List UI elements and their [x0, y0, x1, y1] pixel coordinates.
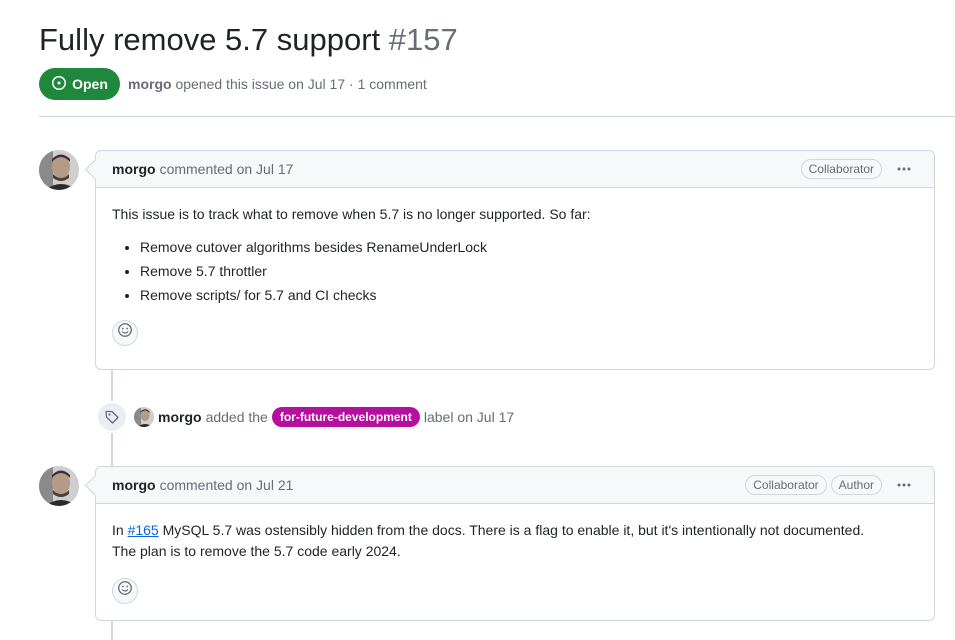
smiley-icon	[117, 580, 133, 602]
label-pill[interactable]: for-future-development	[271, 407, 420, 427]
add-reaction-button[interactable]	[112, 320, 138, 346]
label-event: morgo added the for-future-development l…	[96, 401, 514, 433]
event-action-text: added the	[205, 409, 268, 425]
comment-text: In	[112, 522, 128, 538]
collaborator-badge: Collaborator	[800, 159, 882, 179]
collaborator-badge: Collaborator	[745, 475, 827, 495]
comment-2: morgo commented on Jul 21 Collaborator A…	[95, 466, 935, 621]
author-badge: Author	[830, 475, 882, 495]
event-author-link[interactable]: morgo	[158, 409, 202, 425]
issue-link[interactable]: #165	[128, 522, 159, 538]
comment-paragraph: In #165 MySQL 5.7 was ostensibly hidden …	[112, 520, 918, 562]
tag-icon	[96, 401, 128, 433]
avatar[interactable]	[39, 150, 79, 190]
task-list: Remove cutover algorithms besides Rename…	[112, 237, 918, 306]
issue-title-text: Fully remove 5.7 support	[39, 22, 381, 57]
comment-header-actions: Collaborator	[800, 159, 918, 179]
list-item: Remove 5.7 throttler	[140, 261, 918, 282]
issue-opened-icon	[51, 75, 67, 94]
kebab-horizontal-icon[interactable]	[890, 475, 918, 495]
issue-author-link[interactable]: morgo	[128, 76, 172, 92]
comment-header: morgo commented on Jul 21 Collaborator A…	[96, 467, 934, 504]
comment-text: The plan is to remove the 5.7 code early…	[112, 543, 401, 559]
comment-author-link[interactable]: morgo	[112, 161, 156, 177]
smiley-icon	[117, 322, 133, 344]
issue-number: #157	[388, 22, 458, 57]
list-item: Remove scripts/ for 5.7 and CI checks	[140, 285, 918, 306]
comment-paragraph: This issue is to track what to remove wh…	[112, 206, 591, 222]
comment-body: This issue is to track what to remove wh…	[96, 188, 934, 346]
comment-header: morgo commented on Jul 17 Collaborator	[96, 151, 934, 188]
comment-1: morgo commented on Jul 17 Collaborator T…	[95, 150, 935, 370]
comment-body: In #165 MySQL 5.7 was ostensibly hidden …	[96, 504, 934, 604]
issue-page: Fully remove 5.7 support #157 Open morgo…	[0, 0, 955, 640]
header-divider	[39, 116, 955, 117]
comment-timestamp[interactable]: commented on Jul 17	[160, 161, 294, 177]
comment-author-link[interactable]: morgo	[112, 477, 156, 493]
issue-state-badge: Open	[39, 68, 120, 100]
kebab-horizontal-icon[interactable]	[890, 159, 918, 179]
comment-timestamp[interactable]: commented on Jul 21	[160, 477, 294, 493]
avatar[interactable]	[134, 407, 154, 427]
issue-meta-text: opened this issue on Jul 17 · 1 comment	[175, 76, 427, 92]
comment-text: MySQL 5.7 was ostensibly hidden from the…	[158, 522, 865, 538]
list-item: Remove cutover algorithms besides Rename…	[140, 237, 918, 258]
avatar[interactable]	[39, 466, 79, 506]
event-timestamp: label on Jul 17	[423, 409, 515, 425]
issue-title: Fully remove 5.7 support #157	[39, 22, 458, 58]
add-reaction-button[interactable]	[112, 578, 138, 604]
comment-header-actions: Collaborator Author	[745, 475, 918, 495]
issue-state-label: Open	[72, 76, 108, 92]
issue-meta: morgo opened this issue on Jul 17 · 1 co…	[128, 76, 427, 92]
